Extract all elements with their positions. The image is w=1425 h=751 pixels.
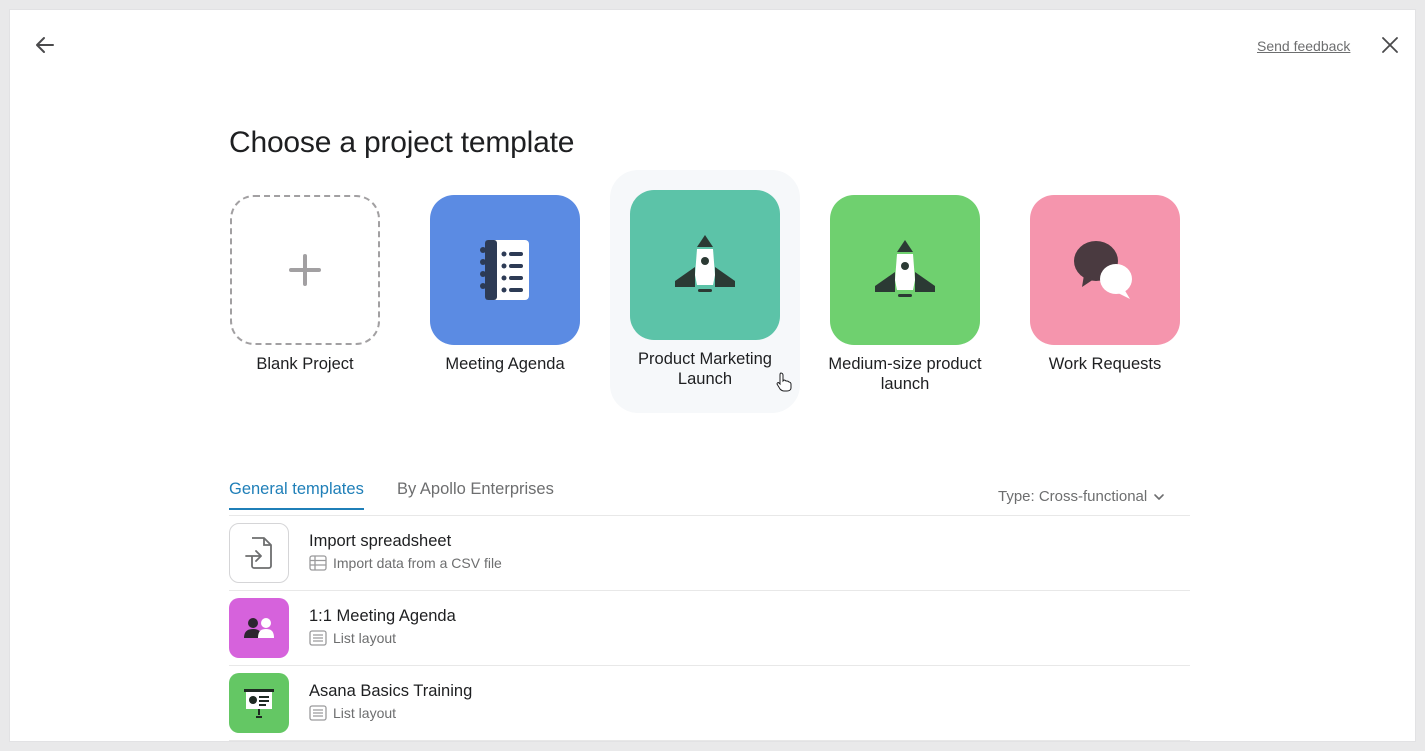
chat-bubbles-icon — [1074, 241, 1132, 299]
template-tile-label: Medium-size product launch — [828, 355, 982, 393]
template-row-title: 1:1 Meeting Agenda — [309, 607, 456, 625]
page-title: Choose a project template — [229, 126, 575, 159]
chevron-down-icon — [1154, 493, 1165, 500]
template-tile-label: Work Requests — [1048, 355, 1162, 373]
template-thumbnail — [830, 195, 980, 345]
tab-by-apollo-enterprises[interactable]: By Apollo Enterprises — [397, 480, 554, 508]
file-import-icon — [245, 537, 272, 569]
template-row-subtitle-text: Import data from a CSV file — [333, 555, 502, 571]
back-button[interactable] — [34, 34, 56, 56]
list-item-import-spreadsheet[interactable]: Import spreadsheet Import data from a CS… — [229, 515, 1190, 591]
list-layout-icon — [309, 705, 327, 721]
arrow-left-icon — [36, 37, 54, 53]
people-icon — [244, 618, 274, 638]
template-tile-label: Product Marketing Launch — [638, 350, 772, 388]
template-row-subtitle-text: List layout — [333, 705, 397, 721]
list-item-asana-basics-training[interactable]: Asana Basics Training List layout — [229, 665, 1190, 741]
template-tile-medium-size-product-launch[interactable]: Medium-size product launch — [810, 195, 1000, 394]
template-row-thumbnail — [229, 673, 289, 733]
spreadsheet-icon — [309, 555, 327, 571]
rocket-icon — [675, 235, 735, 292]
type-filter-dropdown[interactable]: Type: Cross-functional — [998, 488, 1165, 505]
template-tile-meeting-agenda[interactable]: Meeting Agenda — [410, 195, 600, 374]
template-row-thumbnail — [229, 523, 289, 583]
template-tile-work-requests[interactable]: Work Requests — [1010, 195, 1200, 374]
template-thumbnail — [430, 195, 580, 345]
close-button[interactable] — [1380, 35, 1400, 55]
template-dialog: Send feedback Choose a project template … — [10, 10, 1415, 741]
close-icon — [1382, 37, 1398, 53]
template-row-subtitle: List layout — [309, 705, 396, 721]
template-row-subtitle-text: List layout — [333, 630, 397, 646]
notebook-list-icon — [480, 240, 529, 300]
presentation-icon — [244, 689, 274, 718]
template-thumbnail — [630, 190, 780, 340]
template-tile-blank-project[interactable]: Blank Project — [210, 195, 400, 374]
template-row-subtitle: Import data from a CSV file — [309, 555, 502, 571]
rocket-icon — [875, 240, 935, 297]
template-tile-label: Meeting Agenda — [445, 355, 565, 373]
template-row-thumbnail — [229, 598, 289, 658]
template-row-title: Asana Basics Training — [309, 682, 473, 700]
list-layout-icon — [309, 630, 327, 646]
type-filter-label: Type: Cross-functional — [998, 488, 1148, 505]
tab-general-templates[interactable]: General templates — [229, 480, 364, 510]
send-feedback-link[interactable]: Send feedback — [1257, 38, 1350, 54]
template-thumbnail — [230, 195, 380, 345]
template-row-subtitle: List layout — [309, 630, 396, 646]
template-tile-label: Blank Project — [256, 355, 354, 373]
template-row-title: Import spreadsheet — [309, 532, 452, 550]
list-item-1-1-meeting-agenda[interactable]: 1:1 Meeting Agenda List layout — [229, 590, 1190, 666]
template-tile-product-marketing-launch[interactable]: Product Marketing Launch — [610, 170, 800, 413]
plus-icon — [289, 254, 321, 286]
template-thumbnail — [1030, 195, 1180, 345]
pointer-cursor-icon — [776, 372, 792, 392]
